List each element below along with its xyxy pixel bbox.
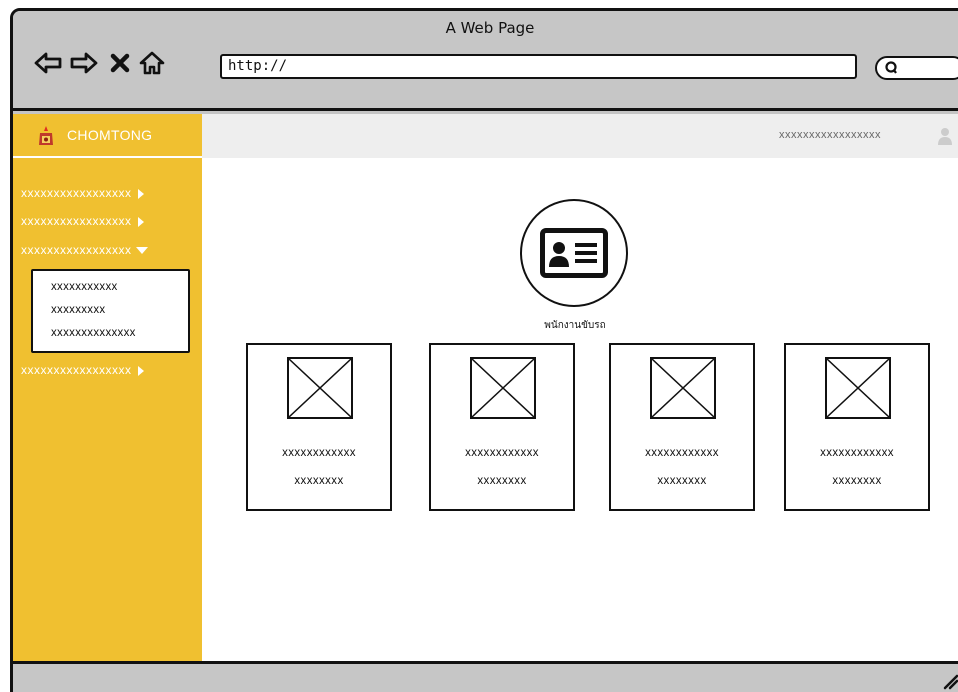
browser-window: A Web Page http:// CHOMTONG xxxxxxxxxxxx… [10,8,958,692]
brand-name: CHOMTONG [67,127,153,143]
chevron-down-icon [135,247,148,255]
sidebar-item-label: xxxxxxxxxxxxxxxxx [21,186,132,200]
card-subtitle: xxxxxxxx [477,475,527,487]
card[interactable]: xxxxxxxxxxxx xxxxxxxx [246,343,392,511]
sidebar-submenu: xxxxxxxxxxx xxxxxxxxx xxxxxxxxxxxxxx [31,269,190,353]
url-field[interactable]: http:// [220,54,857,79]
card[interactable]: xxxxxxxxxxxx xxxxxxxx [429,343,575,511]
user-icon[interactable] [937,127,953,145]
close-icon[interactable] [105,49,135,77]
home-icon[interactable] [137,49,167,77]
submenu-item-2[interactable]: xxxxxxxxx [51,299,188,322]
chevron-right-icon [137,188,144,199]
card[interactable]: xxxxxxxxxxxx xxxxxxxx [609,343,755,511]
back-arrow-icon[interactable] [33,49,63,77]
card-title: xxxxxxxxxxxx [282,447,356,459]
submenu-item-1[interactable]: xxxxxxxxxxx [51,276,188,299]
search-field[interactable] [875,56,958,80]
status-bar [13,661,958,692]
image-placeholder-icon [825,357,891,419]
card-subtitle: xxxxxxxx [832,475,882,487]
sidebar-item-label: xxxxxxxxxxxxxxxxx [21,214,132,228]
card-title: xxxxxxxxxxxx [645,447,719,459]
card-subtitle: xxxxxxxx [294,475,344,487]
resize-grip-icon[interactable] [941,672,958,692]
window-title: A Web Page [445,19,535,37]
sidebar: CHOMTONG xxxxxxxxxxxxxxxxx xxxxxxxxxxxxx… [13,114,202,661]
image-placeholder-icon [650,357,716,419]
profile-button[interactable] [520,199,628,307]
top-bar: xxxxxxxxxxxxxxxxx [202,114,958,158]
sidebar-item-2[interactable]: xxxxxxxxxxxxxxxxx [21,214,144,228]
forward-arrow-icon[interactable] [69,49,99,77]
user-name[interactable]: xxxxxxxxxxxxxxxxx [779,129,881,141]
sidebar-item-label: xxxxxxxxxxxxxxxxx [21,363,132,377]
brand[interactable]: CHOMTONG [13,114,202,158]
card-title: xxxxxxxxxxxx [820,447,894,459]
page-content: CHOMTONG xxxxxxxxxxxxxxxxx xxxxxxxxxxxxx… [13,114,958,661]
id-card-icon [540,228,608,278]
sidebar-item-label: xxxxxxxxxxxxxxxxx [21,243,132,257]
chevron-right-icon [137,365,144,376]
sidebar-item-1[interactable]: xxxxxxxxxxxxxxxxx [21,186,144,200]
sidebar-item-4[interactable]: xxxxxxxxxxxxxxxxx [21,363,144,377]
card-title: xxxxxxxxxxxx [465,447,539,459]
card-subtitle: xxxxxxxx [657,475,707,487]
submenu-item-3[interactable]: xxxxxxxxxxxxxx [51,322,188,345]
brand-logo-icon [37,125,55,145]
chevron-right-icon [137,216,144,227]
image-placeholder-icon [287,357,353,419]
card[interactable]: xxxxxxxxxxxx xxxxxxxx [784,343,930,511]
image-placeholder-icon [470,357,536,419]
sidebar-item-3[interactable]: xxxxxxxxxxxxxxxxx [21,243,148,257]
search-icon[interactable] [884,60,900,80]
browser-titlebar: A Web Page http:// [13,11,958,111]
profile-label: พนักงานขับรถ [544,320,606,331]
